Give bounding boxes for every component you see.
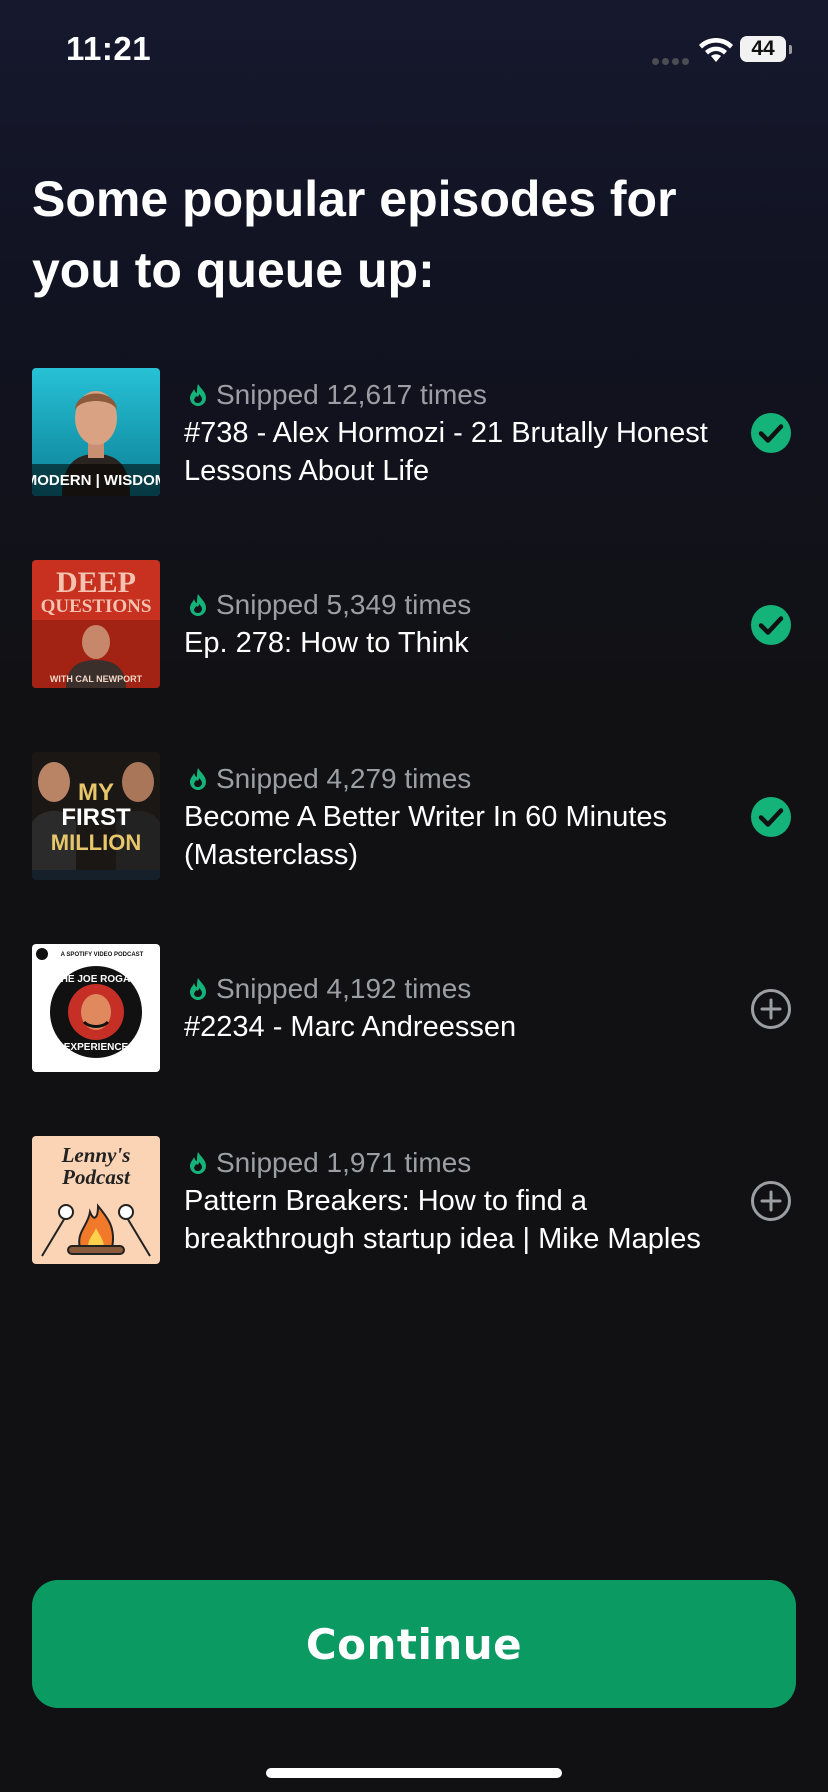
- snip-count: Snipped 12,617 times: [184, 378, 744, 412]
- snip-count-label: Snipped 4,192 times: [216, 973, 472, 1004]
- status-time: 11:21: [66, 30, 152, 67]
- plus-circle-icon[interactable]: [750, 1180, 792, 1222]
- artwork-subtext: A SPOTIFY VIDEO PODCAST: [61, 952, 144, 958]
- artwork-text: MODERN | WISDOM: [32, 472, 160, 489]
- episode-meta: Snipped 4,279 times Become A Better Writ…: [184, 762, 744, 874]
- home-indicator[interactable]: [266, 1768, 562, 1778]
- snip-count: Snipped 1,971 times: [184, 1146, 744, 1180]
- flame-icon: [190, 594, 206, 616]
- svg-text:FIRST: FIRST: [61, 804, 131, 831]
- episode-meta: Snipped 5,349 times Ep. 278: How to Thin…: [184, 588, 744, 662]
- podcast-artwork: A SPOTIFY VIDEO PODCAST THE JOE ROGAN EX…: [32, 944, 160, 1072]
- check-circle-icon[interactable]: [750, 796, 792, 838]
- check-circle-icon[interactable]: [750, 604, 792, 646]
- episode-meta: Snipped 12,617 times #738 - Alex Hormozi…: [184, 378, 744, 490]
- svg-text:Podcast: Podcast: [61, 1165, 131, 1189]
- list-item[interactable]: A SPOTIFY VIDEO PODCAST THE JOE ROGAN EX…: [32, 944, 802, 1072]
- episode-title: Become A Better Writer In 60 Minutes (Ma…: [184, 801, 668, 871]
- snip-count-label: Snipped 5,349 times: [216, 589, 472, 620]
- plus-circle-icon[interactable]: [750, 988, 792, 1030]
- flame-icon: [190, 978, 206, 1000]
- podcast-artwork: Lenny's Podcast: [32, 1136, 160, 1264]
- page-title: Some popular episodes for you to queue u…: [32, 171, 677, 298]
- episode-title: #2234 - Marc Andreessen: [184, 1011, 517, 1043]
- list-item[interactable]: DEEP QUESTIONS WITH CAL NEWPORT Snipped …: [32, 560, 802, 688]
- check-circle-icon[interactable]: [750, 412, 792, 454]
- podcast-artwork: DEEP QUESTIONS WITH CAL NEWPORT: [32, 560, 160, 688]
- flame-icon: [190, 1152, 206, 1174]
- episode-meta: Snipped 4,192 times #2234 - Marc Andrees…: [184, 972, 744, 1046]
- svg-text:MILLION: MILLION: [51, 830, 141, 855]
- snip-count-label: Snipped 12,617 times: [216, 379, 487, 410]
- svg-text:THE JOE ROGAN: THE JOE ROGAN: [55, 974, 138, 985]
- status-bar: 11:21 44: [0, 0, 828, 100]
- list-item[interactable]: MODERN | WISDOM Snipped 12,617 times #73…: [32, 368, 802, 496]
- episode-meta: Snipped 1,971 times Pattern Breakers: Ho…: [184, 1146, 744, 1258]
- snip-count-label: Snipped 1,971 times: [216, 1147, 472, 1178]
- cellular-signal-icon: [652, 52, 692, 65]
- svg-text:DEEP: DEEP: [56, 566, 136, 599]
- snip-count: Snipped 4,279 times: [184, 762, 744, 796]
- snip-count: Snipped 4,192 times: [184, 972, 744, 1006]
- podcast-artwork: MODERN | WISDOM: [32, 368, 160, 496]
- podcast-artwork: MY FIRST MILLION: [32, 752, 160, 880]
- svg-text:EXPERIENCE: EXPERIENCE: [64, 1042, 129, 1053]
- list-item[interactable]: Lenny's Podcast Snipped 1,971 times Patt…: [32, 1136, 802, 1264]
- episode-title: #738 - Alex Hormozi - 21 Brutally Honest…: [184, 417, 708, 487]
- flame-icon: [190, 768, 206, 790]
- snip-count: Snipped 5,349 times: [184, 588, 744, 622]
- list-item[interactable]: MY FIRST MILLION Snipped 4,279 times Bec…: [32, 752, 802, 880]
- flame-icon: [190, 384, 206, 406]
- episode-title: Ep. 278: How to Think: [184, 627, 469, 659]
- wifi-icon: [699, 37, 733, 62]
- svg-text:QUESTIONS: QUESTIONS: [41, 596, 152, 617]
- snip-count-label: Snipped 4,279 times: [216, 763, 472, 794]
- episode-title: Pattern Breakers: How to find a breakthr…: [184, 1185, 701, 1255]
- svg-text:Lenny's: Lenny's: [61, 1143, 131, 1167]
- svg-text:MY: MY: [78, 779, 114, 806]
- artwork-subtext: WITH CAL NEWPORT: [50, 674, 143, 684]
- battery-level: 44: [740, 36, 786, 62]
- continue-button[interactable]: Continue: [32, 1580, 796, 1708]
- battery-icon: 44: [740, 36, 792, 64]
